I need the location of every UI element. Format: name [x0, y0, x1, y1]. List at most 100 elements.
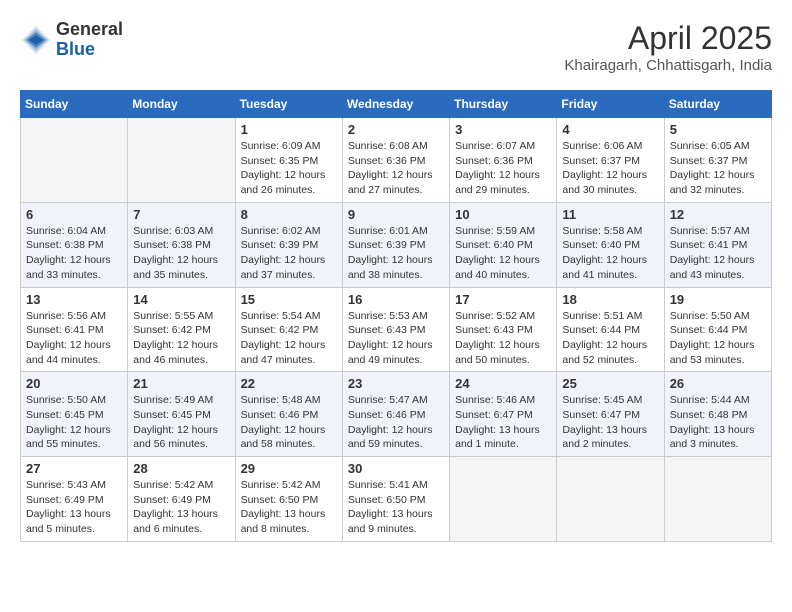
- day-number: 6: [26, 207, 122, 222]
- day-header-tuesday: Tuesday: [235, 91, 342, 118]
- cell-info: Sunrise: 5:47 AMSunset: 6:46 PMDaylight:…: [348, 393, 444, 452]
- cell-info: Sunrise: 5:49 AMSunset: 6:45 PMDaylight:…: [133, 393, 229, 452]
- day-header-saturday: Saturday: [664, 91, 771, 118]
- day-number: 30: [348, 461, 444, 476]
- cell-info: Sunrise: 5:50 AMSunset: 6:45 PMDaylight:…: [26, 393, 122, 452]
- calendar-cell: 9 Sunrise: 6:01 AMSunset: 6:39 PMDaylight…: [342, 202, 449, 287]
- calendar-cell: [664, 457, 771, 542]
- day-number: 24: [455, 376, 551, 391]
- calendar-cell: [21, 118, 128, 203]
- day-number: 4: [562, 122, 658, 137]
- calendar-cell: 17 Sunrise: 5:52 AMSunset: 6:43 PMDayligh…: [450, 287, 557, 372]
- calendar-cell: 20 Sunrise: 5:50 AMSunset: 6:45 PMDayligh…: [21, 372, 128, 457]
- day-number: 8: [241, 207, 337, 222]
- title-block: April 2025 Khairagarh, Chhattisgarh, Ind…: [564, 20, 772, 74]
- cell-info: Sunrise: 5:53 AMSunset: 6:43 PMDaylight:…: [348, 309, 444, 368]
- location-subtitle: Khairagarh, Chhattisgarh, India: [564, 57, 772, 74]
- logo-text: General Blue: [56, 20, 123, 60]
- calendar-table: SundayMondayTuesdayWednesdayThursdayFrid…: [20, 90, 772, 542]
- cell-info: Sunrise: 5:50 AMSunset: 6:44 PMDaylight:…: [670, 309, 766, 368]
- cell-info: Sunrise: 5:54 AMSunset: 6:42 PMDaylight:…: [241, 309, 337, 368]
- day-number: 11: [562, 207, 658, 222]
- calendar-week-row: 20 Sunrise: 5:50 AMSunset: 6:45 PMDayligh…: [21, 372, 772, 457]
- cell-info: Sunrise: 6:08 AMSunset: 6:36 PMDaylight:…: [348, 139, 444, 198]
- calendar-cell: 4Sunrise: 6:06 AMSunset: 6:37 PMDaylight…: [557, 118, 664, 203]
- calendar-header-row: SundayMondayTuesdayWednesdayThursdayFrid…: [21, 91, 772, 118]
- calendar-week-row: 6 Sunrise: 6:04 AMSunset: 6:38 PMDaylight…: [21, 202, 772, 287]
- cell-info: Sunrise: 5:43 AMSunset: 6:49 PMDaylight:…: [26, 478, 122, 537]
- day-number: 26: [670, 376, 766, 391]
- cell-info: Sunrise: 5:57 AMSunset: 6:41 PMDaylight:…: [670, 224, 766, 283]
- cell-info: Sunrise: 5:46 AMSunset: 6:47 PMDaylight:…: [455, 393, 551, 452]
- day-number: 27: [26, 461, 122, 476]
- cell-info: Sunrise: 5:42 AMSunset: 6:50 PMDaylight:…: [241, 478, 337, 537]
- cell-info: Sunrise: 5:56 AMSunset: 6:41 PMDaylight:…: [26, 309, 122, 368]
- day-number: 17: [455, 292, 551, 307]
- cell-info: Sunrise: 6:05 AMSunset: 6:37 PMDaylight:…: [670, 139, 766, 198]
- cell-info: Sunrise: 5:42 AMSunset: 6:49 PMDaylight:…: [133, 478, 229, 537]
- logo-icon: [20, 24, 52, 56]
- cell-info: Sunrise: 6:02 AMSunset: 6:39 PMDaylight:…: [241, 224, 337, 283]
- day-number: 12: [670, 207, 766, 222]
- calendar-cell: 2 Sunrise: 6:08 AMSunset: 6:36 PMDaylight…: [342, 118, 449, 203]
- calendar-cell: 25 Sunrise: 5:45 AMSunset: 6:47 PMDayligh…: [557, 372, 664, 457]
- day-number: 7: [133, 207, 229, 222]
- calendar-cell: 10 Sunrise: 5:59 AMSunset: 6:40 PMDayligh…: [450, 202, 557, 287]
- calendar-cell: 28 Sunrise: 5:42 AMSunset: 6:49 PMDayligh…: [128, 457, 235, 542]
- calendar-cell: 11Sunrise: 5:58 AMSunset: 6:40 PMDayligh…: [557, 202, 664, 287]
- cell-info: Sunrise: 5:52 AMSunset: 6:43 PMDaylight:…: [455, 309, 551, 368]
- calendar-cell: 6 Sunrise: 6:04 AMSunset: 6:38 PMDaylight…: [21, 202, 128, 287]
- calendar-cell: 23Sunrise: 5:47 AMSunset: 6:46 PMDayligh…: [342, 372, 449, 457]
- day-number: 10: [455, 207, 551, 222]
- cell-info: Sunrise: 5:45 AMSunset: 6:47 PMDaylight:…: [562, 393, 658, 452]
- calendar-cell: 5Sunrise: 6:05 AMSunset: 6:37 PMDaylight…: [664, 118, 771, 203]
- day-number: 19: [670, 292, 766, 307]
- day-number: 3: [455, 122, 551, 137]
- calendar-cell: 29 Sunrise: 5:42 AMSunset: 6:50 PMDayligh…: [235, 457, 342, 542]
- calendar-cell: 18 Sunrise: 5:51 AMSunset: 6:44 PMDayligh…: [557, 287, 664, 372]
- calendar-cell: 1 Sunrise: 6:09 AMSunset: 6:35 PMDaylight…: [235, 118, 342, 203]
- day-number: 14: [133, 292, 229, 307]
- calendar-cell: 19 Sunrise: 5:50 AMSunset: 6:44 PMDayligh…: [664, 287, 771, 372]
- day-number: 15: [241, 292, 337, 307]
- calendar-cell: 16 Sunrise: 5:53 AMSunset: 6:43 PMDayligh…: [342, 287, 449, 372]
- day-number: 20: [26, 376, 122, 391]
- day-header-sunday: Sunday: [21, 91, 128, 118]
- calendar-week-row: 27 Sunrise: 5:43 AMSunset: 6:49 PMDayligh…: [21, 457, 772, 542]
- day-number: 28: [133, 461, 229, 476]
- day-number: 2: [348, 122, 444, 137]
- day-number: 1: [241, 122, 337, 137]
- calendar-cell: 3 Sunrise: 6:07 AMSunset: 6:36 PMDaylight…: [450, 118, 557, 203]
- calendar-cell: 14Sunrise: 5:55 AMSunset: 6:42 PMDayligh…: [128, 287, 235, 372]
- cell-info: Sunrise: 6:04 AMSunset: 6:38 PMDaylight:…: [26, 224, 122, 283]
- day-number: 22: [241, 376, 337, 391]
- day-number: 9: [348, 207, 444, 222]
- cell-info: Sunrise: 5:59 AMSunset: 6:40 PMDaylight:…: [455, 224, 551, 283]
- logo: General Blue: [20, 20, 123, 60]
- day-number: 18: [562, 292, 658, 307]
- calendar-cell: [450, 457, 557, 542]
- day-number: 25: [562, 376, 658, 391]
- cell-info: Sunrise: 5:51 AMSunset: 6:44 PMDaylight:…: [562, 309, 658, 368]
- calendar-cell: 30Sunrise: 5:41 AMSunset: 6:50 PMDayligh…: [342, 457, 449, 542]
- calendar-cell: 13Sunrise: 5:56 AMSunset: 6:41 PMDayligh…: [21, 287, 128, 372]
- cell-info: Sunrise: 6:03 AMSunset: 6:38 PMDaylight:…: [133, 224, 229, 283]
- calendar-cell: 7 Sunrise: 6:03 AMSunset: 6:38 PMDaylight…: [128, 202, 235, 287]
- calendar-cell: 12 Sunrise: 5:57 AMSunset: 6:41 PMDayligh…: [664, 202, 771, 287]
- cell-info: Sunrise: 6:07 AMSunset: 6:36 PMDaylight:…: [455, 139, 551, 198]
- page-header: General Blue April 2025 Khairagarh, Chha…: [20, 20, 772, 74]
- calendar-week-row: 13Sunrise: 5:56 AMSunset: 6:41 PMDayligh…: [21, 287, 772, 372]
- calendar-cell: [128, 118, 235, 203]
- day-header-wednesday: Wednesday: [342, 91, 449, 118]
- calendar-week-row: 1 Sunrise: 6:09 AMSunset: 6:35 PMDaylight…: [21, 118, 772, 203]
- cell-info: Sunrise: 6:01 AMSunset: 6:39 PMDaylight:…: [348, 224, 444, 283]
- calendar-cell: [557, 457, 664, 542]
- day-header-monday: Monday: [128, 91, 235, 118]
- calendar-cell: 15 Sunrise: 5:54 AMSunset: 6:42 PMDayligh…: [235, 287, 342, 372]
- day-number: 16: [348, 292, 444, 307]
- day-number: 29: [241, 461, 337, 476]
- day-header-thursday: Thursday: [450, 91, 557, 118]
- cell-info: Sunrise: 6:09 AMSunset: 6:35 PMDaylight:…: [241, 139, 337, 198]
- day-number: 21: [133, 376, 229, 391]
- calendar-cell: 27 Sunrise: 5:43 AMSunset: 6:49 PMDayligh…: [21, 457, 128, 542]
